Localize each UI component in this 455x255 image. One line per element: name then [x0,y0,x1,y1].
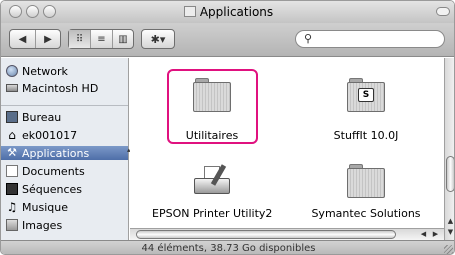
sidebar-item-home[interactable]: ⌂ ek001017 [1,128,128,142]
list-view-icon: ≡ [97,33,106,45]
home-icon: ⌂ [8,128,16,142]
sidebar-item-label: ek001017 [22,128,78,142]
applications-icon: ⚒ [7,146,17,159]
network-icon [6,65,18,77]
hard-drive-icon [6,84,18,92]
back-arrow-icon: ◀ [18,33,27,45]
resize-grip[interactable] [444,245,453,254]
search-field[interactable]: ⚲ [295,30,445,48]
status-text: 44 éléments, 38.73 Go disponibles [141,243,316,254]
file-item-label: StuffIt 10.0J [333,129,399,142]
horizontal-scrollbar[interactable]: ◀ ▶ [130,228,444,240]
vertical-scrollbar[interactable]: ▲ ▼ [444,58,454,240]
forward-button[interactable]: ▶ [36,30,60,48]
sidebar-item-documents[interactable]: Documents [1,164,128,178]
file-item-stuffit[interactable]: S StuffIt 10.0J [306,78,426,142]
gear-icon: ✱▾ [150,32,166,46]
file-item-label: Symantec Solutions [311,207,421,220]
file-item-label: EPSON Printer Utility2 [152,207,273,220]
scroll-up-arrow[interactable]: ▲ [445,216,454,227]
sidebar-item-applications[interactable]: ⚒ Applications [1,146,128,160]
movies-icon [6,183,18,195]
finder-window: Applications ◀ ▶ ⠿ ≡ ▥ ✱▾ ⚲ Network Maci… [0,0,455,255]
sidebar-item-label: Applications [22,146,90,160]
icon-view-button[interactable]: ⠿ [69,30,91,48]
sidebar-item-macintosh-hd[interactable]: Macintosh HD [1,81,128,95]
sidebar-item-images[interactable]: Images [1,218,128,232]
action-menu-button[interactable]: ✱▾ [141,29,175,49]
window-title-label: Applications [199,5,274,19]
sidebar-item-network[interactable]: Network [1,64,128,78]
sidebar-item-label: Musique [22,200,68,214]
sidebar-item-label: Network [22,64,68,78]
column-view-button[interactable]: ▥ [113,30,133,48]
sidebar: Network Macintosh HD Bureau ⌂ ek001017 ⚒… [1,58,131,240]
sidebar-item-label: Séquences [22,182,82,196]
folder-proxy-icon[interactable] [183,6,196,17]
column-view-icon: ▥ [118,33,128,45]
back-forward-control: ◀ ▶ [9,29,61,49]
view-mode-control: ⠿ ≡ ▥ [68,29,134,49]
file-item-symantec-solutions[interactable]: Symantec Solutions [306,164,426,220]
status-bar: 44 éléments, 38.73 Go disponibles [1,240,454,254]
sidebar-item-label: Documents [22,164,85,178]
sidebar-item-label: Images [22,218,63,232]
back-button[interactable]: ◀ [10,30,36,48]
list-view-button[interactable]: ≡ [91,30,113,48]
sidebar-divider [1,105,128,106]
vertical-scroll-thumb[interactable] [446,156,454,192]
sidebar-item-sequences[interactable]: Séquences [1,182,128,196]
toolbar: ◀ ▶ ⠿ ≡ ▥ ✱▾ ⚲ [1,23,454,57]
desktop-icon [6,111,18,123]
selection-highlight-frame [167,69,258,144]
file-item-epson-printer-utility[interactable]: EPSON Printer Utility2 [152,164,272,220]
window-title: Applications [1,5,454,19]
music-icon: ♫ [6,200,18,214]
scroll-right-arrow[interactable]: ▶ [430,229,441,240]
search-icon: ⚲ [304,32,313,45]
sidebar-item-bureau[interactable]: Bureau [1,110,128,124]
pictures-icon [6,219,18,231]
stuffit-folder-icon: S [347,78,385,112]
title-bar: Applications [1,1,454,23]
scroll-down-arrow[interactable]: ▼ [445,227,454,238]
horizontal-scroll-thumb[interactable] [136,230,396,239]
scroll-left-arrow[interactable]: ◀ [418,229,429,240]
symantec-folder-icon [347,164,385,198]
forward-arrow-icon: ▶ [44,33,52,45]
sidebar-item-musique[interactable]: ♫ Musique [1,200,128,214]
epson-printer-utility-icon [192,164,232,200]
toolbar-toggle-button[interactable] [436,7,450,16]
sidebar-item-label: Macintosh HD [22,81,99,95]
sidebar-item-label: Bureau [22,110,62,124]
documents-icon [6,165,18,177]
icon-view-icon: ⠿ [75,33,84,45]
